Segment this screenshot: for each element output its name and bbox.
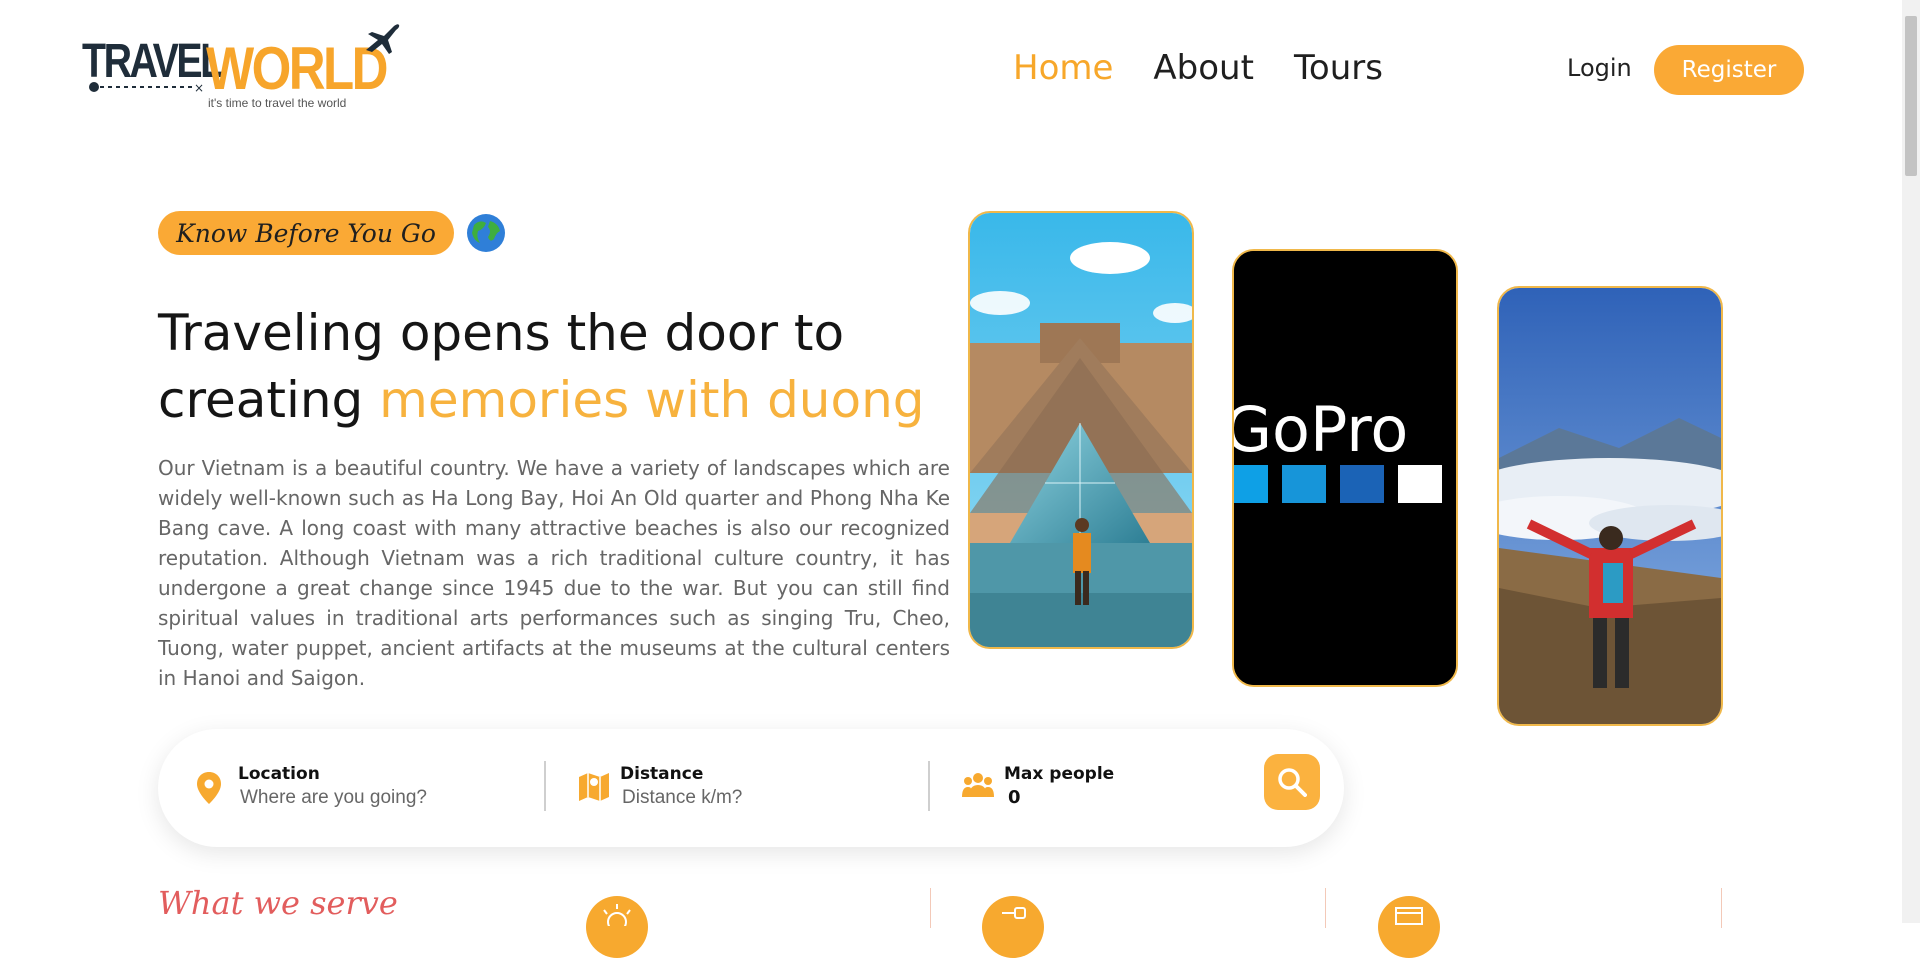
nav-home-link[interactable]: Home: [1013, 48, 1113, 88]
search-divider: [544, 761, 546, 811]
location-input[interactable]: [240, 787, 540, 809]
max-people-value[interactable]: 0: [1008, 787, 1021, 808]
hero-title-highlight: memories with duong: [379, 371, 925, 429]
hero-title-line1: Traveling opens the door to: [158, 304, 845, 362]
search-divider: [928, 761, 930, 811]
hero-heading: Traveling opens the door to creating mem…: [158, 300, 925, 434]
brand-tagline: it's time to travel the world: [208, 96, 347, 110]
mountain-hiker-photo: [1497, 286, 1723, 726]
nav-tours-link[interactable]: Tours: [1294, 48, 1383, 88]
airplane-icon: [366, 24, 400, 54]
service-card-border: [1721, 888, 1722, 928]
search-button[interactable]: [1264, 754, 1320, 810]
know-before-you-go-badge: Know Before You Go: [158, 211, 454, 255]
map-icon: [579, 773, 609, 801]
flight-path-icon: ×: [89, 81, 204, 95]
tour-search-bar: Location Distance Max people 0: [158, 729, 1344, 847]
page-scrollbar[interactable]: [1902, 0, 1920, 923]
gopro-logo-text: GoPro: [1234, 393, 1408, 466]
people-group-icon: [962, 773, 994, 797]
brand-logo[interactable]: TRAVEL WORLD × it's time to travel the w…: [80, 20, 400, 115]
customization-service-icon: [1378, 896, 1440, 958]
nav-about-link[interactable]: About: [1153, 48, 1254, 88]
louvre-pyramid-photo: [968, 211, 1194, 649]
tour-guide-service-icon: [982, 896, 1044, 958]
main-nav: Home About Tours: [1013, 48, 1383, 88]
service-card-border: [930, 888, 931, 928]
hero-title-line2-prefix: creating: [158, 371, 380, 429]
distance-label: Distance: [620, 764, 704, 784]
scrollbar-thumb[interactable]: [1905, 16, 1917, 176]
weather-service-icon: [586, 896, 648, 958]
location-pin-icon: [197, 772, 221, 804]
globe-icon: [467, 214, 505, 252]
max-people-label: Max people: [1004, 764, 1115, 784]
location-label: Location: [238, 764, 320, 784]
services-heading: What we serve: [158, 884, 398, 922]
register-button[interactable]: Register: [1654, 45, 1804, 95]
service-card-border: [1325, 888, 1326, 928]
gopro-video[interactable]: GoPro: [1232, 249, 1458, 687]
hero-description: Our Vietnam is a beautiful country. We h…: [158, 456, 950, 690]
search-icon: [1278, 768, 1307, 797]
login-link[interactable]: Login: [1567, 54, 1632, 82]
svg-text:×: ×: [194, 81, 204, 95]
distance-input[interactable]: [622, 787, 922, 809]
